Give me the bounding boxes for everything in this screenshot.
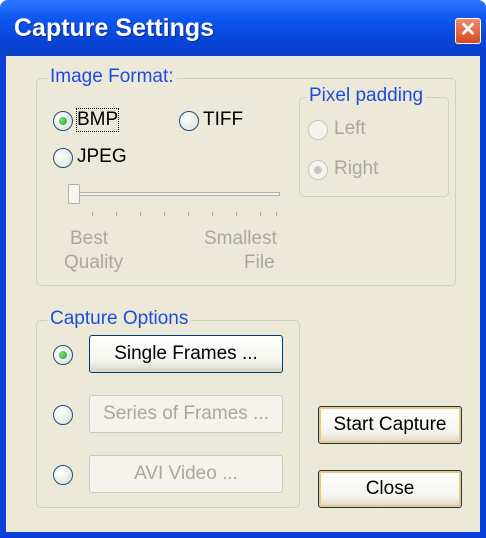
slider-tick bbox=[140, 212, 141, 216]
radio-selected-dot bbox=[59, 351, 67, 359]
left-padding-radio[interactable] bbox=[308, 120, 328, 140]
slider-tick bbox=[188, 212, 189, 216]
capture-options-legend: Capture Options bbox=[47, 308, 192, 330]
left-padding-label: Left bbox=[334, 118, 366, 139]
slider-tick bbox=[164, 212, 165, 216]
close-button[interactable]: Close bbox=[318, 470, 462, 508]
tiff-radio[interactable] bbox=[179, 111, 199, 131]
capture-settings-window: Capture Settings ✕ Image Format: BMP TIF… bbox=[0, 0, 486, 538]
series-of-frames-button[interactable]: Series of Frames ... bbox=[89, 395, 283, 433]
single-frames-radio[interactable] bbox=[53, 345, 73, 365]
start-capture-button[interactable]: Start Capture bbox=[318, 406, 462, 444]
pixel-padding-legend: Pixel padding bbox=[306, 85, 427, 107]
slider-min-label-line2: Quality bbox=[64, 252, 124, 273]
capture-options-group: Capture Options Single Frames ... Series… bbox=[36, 308, 300, 508]
slider-tick bbox=[116, 212, 117, 216]
single-frames-button[interactable]: Single Frames ... bbox=[89, 335, 283, 373]
tiff-label[interactable]: TIFF bbox=[203, 109, 243, 131]
close-window-button[interactable]: ✕ bbox=[455, 18, 481, 44]
slider-tick bbox=[276, 212, 277, 216]
slider-max-label-line2: File bbox=[244, 252, 275, 273]
quality-slider-track[interactable] bbox=[74, 192, 280, 196]
pixel-padding-group: Pixel padding Left Right bbox=[299, 85, 449, 197]
right-padding-radio[interactable] bbox=[308, 160, 328, 180]
slider-tick bbox=[212, 212, 213, 216]
avi-video-radio[interactable] bbox=[53, 465, 73, 485]
quality-slider-thumb[interactable] bbox=[68, 184, 80, 204]
slider-tick bbox=[236, 212, 237, 216]
slider-tick bbox=[92, 212, 93, 216]
jpeg-radio[interactable] bbox=[53, 148, 73, 168]
radio-selected-dot bbox=[59, 117, 67, 125]
window-title: Capture Settings bbox=[14, 14, 215, 42]
slider-max-label-line1: Smallest bbox=[204, 228, 277, 249]
dialog-client-area: Image Format: BMP TIFF JPEG Pixel paddin… bbox=[6, 56, 480, 532]
jpeg-label[interactable]: JPEG bbox=[77, 146, 127, 168]
avi-video-button[interactable]: AVI Video ... bbox=[89, 455, 283, 493]
radio-selected-dot bbox=[314, 166, 322, 174]
slider-min-label-line1: Best bbox=[70, 228, 109, 249]
bmp-label[interactable]: BMP bbox=[75, 108, 120, 132]
right-padding-label: Right bbox=[334, 158, 379, 179]
title-bar[interactable]: Capture Settings ✕ bbox=[0, 0, 486, 56]
slider-tick bbox=[260, 212, 261, 216]
series-of-frames-radio[interactable] bbox=[53, 405, 73, 425]
image-format-legend: Image Format: bbox=[47, 66, 177, 88]
bmp-radio[interactable] bbox=[53, 111, 73, 131]
close-icon: ✕ bbox=[459, 19, 477, 41]
